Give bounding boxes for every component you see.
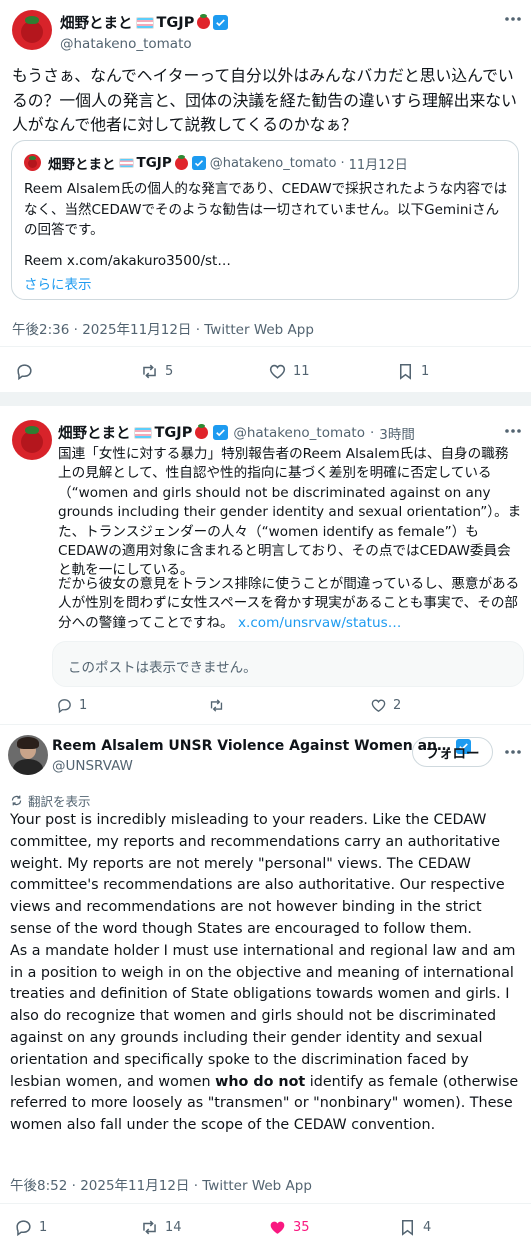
tweet1-author: 畑野とまと TGJP @hatakeno_tomato	[60, 12, 229, 52]
bookmark-button[interactable]: 4	[398, 1218, 431, 1237]
like-button[interactable]: 2	[370, 697, 401, 714]
reply-icon	[16, 1220, 31, 1237]
avatar[interactable]	[8, 735, 48, 775]
timestamp[interactable]: 午後2:36 · 2025年11月12日 · Twitter Web App	[12, 318, 314, 338]
follow-button[interactable]: フォロー	[412, 737, 493, 767]
tweet-text: Your post is incredibly misleading to yo…	[10, 812, 519, 1134]
reply-button[interactable]: 1	[14, 1218, 47, 1237]
verified-badge-icon	[191, 156, 206, 170]
author-name[interactable]: 畑野とまと TGJP	[60, 12, 229, 33]
retweet-button[interactable]: 14	[140, 1218, 182, 1237]
reply-button[interactable]: 1	[56, 697, 87, 714]
avatar[interactable]	[12, 10, 52, 50]
tweet-text: もうさぁ、なんでヘイターって自分以外はみんなバカだと思い込んでいるの？一個人の発…	[12, 66, 517, 134]
quote-date: 11月12日	[348, 157, 408, 173]
retweet-icon	[143, 364, 156, 379]
transgender-flag-icon	[118, 158, 134, 168]
tomato-icon	[174, 154, 188, 170]
avatar[interactable]	[12, 420, 52, 460]
quote-text: Reem Alsalem氏の個人的な発言であり、CEDAWで採択されたような内容…	[24, 181, 508, 238]
heart-icon	[371, 699, 386, 712]
quoted-tweet[interactable]: 畑野とまと TGJP @hatakeno_tomato · 11月12日 Ree…	[11, 140, 519, 300]
divider	[0, 724, 531, 725]
reply-icon	[58, 699, 71, 714]
timestamp[interactable]: 午後8:52 · 2025年11月12日 · Twitter Web App	[10, 1174, 312, 1194]
retweet-icon	[210, 699, 223, 712]
unavailable-post: このポストは表示できません。	[52, 641, 524, 687]
divider	[0, 346, 531, 347]
author-handle[interactable]: @UNSRVAW	[52, 758, 471, 774]
separator	[0, 392, 531, 406]
bookmark-icon	[399, 364, 412, 380]
tomato-icon	[195, 424, 209, 439]
more-options-icon[interactable]	[504, 16, 522, 22]
quote-avatar	[24, 154, 41, 171]
tweet3-author: Reem Alsalem UNSR Violence Against Women…	[52, 738, 472, 774]
author-name[interactable]: 畑野とまと TGJP	[58, 422, 209, 443]
more-options-icon[interactable]	[504, 749, 522, 755]
verified-badge-icon	[213, 15, 229, 30]
like-button[interactable]: 35	[268, 1218, 310, 1237]
transgender-flag-icon	[135, 16, 154, 29]
tomato-icon	[197, 14, 211, 29]
bookmark-button[interactable]: 1	[396, 362, 429, 381]
tweet-text: だから彼女の意見をトランス排除に使うことが間違っているし、悪意がある人が性別を問…	[58, 576, 520, 631]
author-handle[interactable]: @hatakeno_tomato	[233, 425, 365, 441]
tweet2-author: 畑野とまと TGJP @hatakeno_tomato · 3時間	[58, 422, 415, 443]
post-time[interactable]: 3時間	[379, 423, 415, 443]
heart-filled-icon	[270, 1221, 285, 1234]
bookmark-icon	[401, 1220, 414, 1236]
retweet-icon	[143, 1220, 156, 1235]
heart-icon	[269, 364, 286, 379]
quote-author: 畑野とまと TGJP @hatakeno_tomato · 11月12日	[48, 154, 408, 173]
transgender-flag-icon	[133, 426, 152, 439]
more-options-icon[interactable]	[504, 428, 522, 434]
translate-icon	[11, 795, 22, 806]
retweet-button[interactable]	[208, 697, 231, 714]
tweet-text: 国連「女性に対する暴力」特別報告者のReem Alsalem氏は、自身の職務上の…	[58, 446, 522, 579]
tweet-link[interactable]: x.com/unsrvaw/status…	[238, 615, 401, 631]
like-button[interactable]: 11	[268, 362, 310, 381]
author-handle[interactable]: @hatakeno_tomato	[60, 36, 228, 52]
author-name[interactable]: Reem Alsalem UNSR Violence Against Women…	[52, 738, 451, 754]
show-more-link[interactable]: さらに表示	[24, 273, 92, 293]
verified-badge-icon	[213, 425, 229, 440]
translate-link[interactable]: 翻訳を表示	[10, 791, 91, 810]
reply-icon	[17, 364, 32, 381]
reply-button[interactable]	[15, 362, 40, 381]
divider	[0, 1203, 531, 1204]
quote-link[interactable]: Reem x.com/akakuro3500/st…	[24, 253, 231, 269]
retweet-button[interactable]: 5	[140, 362, 173, 381]
